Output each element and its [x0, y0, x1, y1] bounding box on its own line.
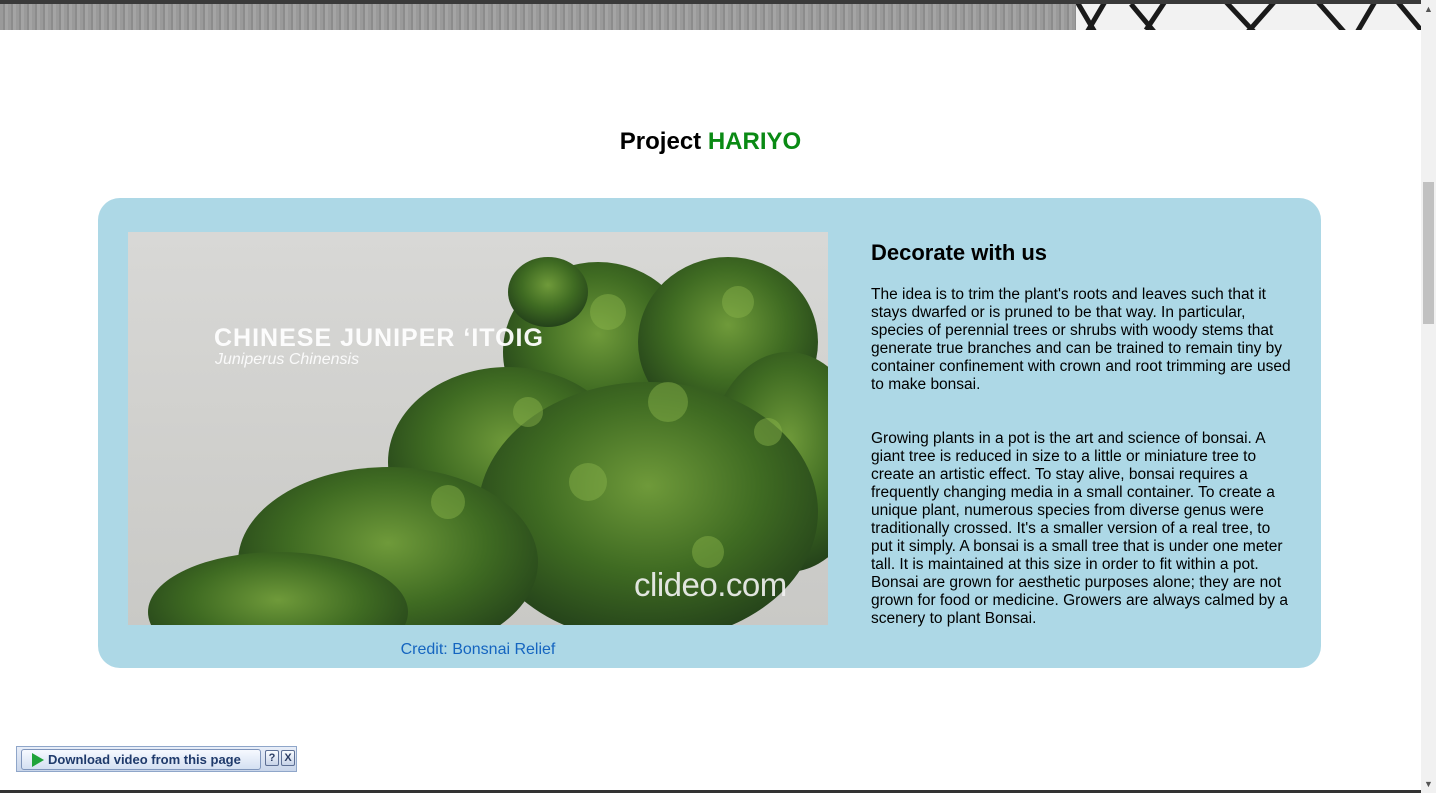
- download-video-toolbar: Download video from this page ? X: [16, 746, 297, 772]
- page-scrollbar[interactable]: ▲ ▼: [1421, 0, 1436, 793]
- close-button[interactable]: X: [281, 750, 295, 766]
- feature-card: CHINESE JUNIPER ‘ITOIG Juniperus Chinens…: [98, 198, 1321, 668]
- feature-paragraph-2: Growing plants in a pot is the art and s…: [871, 430, 1288, 627]
- top-banner-strip: [0, 0, 1421, 30]
- video-watermark: clideo.com: [634, 566, 787, 603]
- scroll-up-arrow-icon[interactable]: ▲: [1424, 4, 1433, 14]
- page-title-prefix: Project: [619, 128, 702, 155]
- feature-text: Decorate with us The idea is to trim the…: [871, 240, 1291, 628]
- download-video-label: Download video from this page: [48, 752, 241, 767]
- scrollbar-thumb[interactable]: [1423, 182, 1434, 324]
- banner-pattern-image: [1076, 4, 1421, 30]
- page-title-accent: HARIYO: [707, 128, 802, 155]
- feature-paragraph-1: The idea is to trim the plant's roots an…: [871, 286, 1291, 393]
- video-overlay-subtitle: Juniperus Chinensis: [215, 351, 360, 368]
- page-title: Project HARIYO: [0, 128, 1421, 156]
- scroll-down-arrow-icon[interactable]: ▼: [1424, 779, 1433, 789]
- play-icon: [32, 752, 44, 767]
- help-button[interactable]: ?: [265, 750, 279, 766]
- bonsai-video-player[interactable]: CHINESE JUNIPER ‘ITOIG Juniperus Chinens…: [128, 232, 828, 625]
- feature-heading: Decorate with us: [871, 240, 1048, 265]
- download-video-button[interactable]: Download video from this page: [21, 749, 261, 770]
- video-overlay-title: CHINESE JUNIPER ‘ITOIG: [214, 324, 544, 352]
- credit-link[interactable]: Credit: Bonsnai Relief: [128, 641, 828, 659]
